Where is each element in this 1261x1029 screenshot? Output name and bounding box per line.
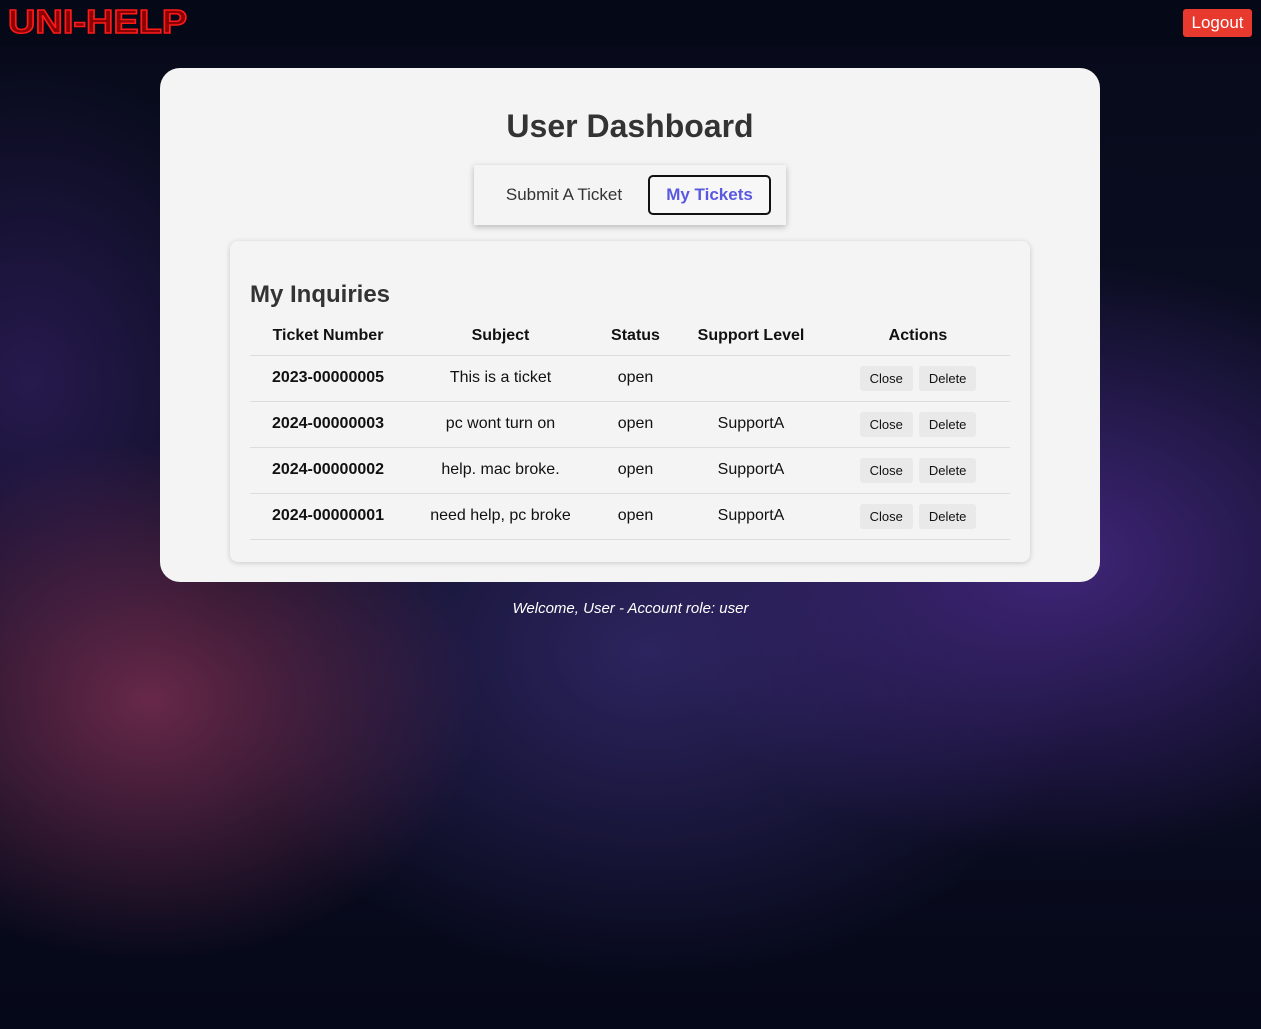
table-header-row: Ticket Number Subject Status Support Lev…	[250, 317, 1010, 356]
close-ticket-button[interactable]: Close	[859, 411, 913, 437]
delete-ticket-button[interactable]: Delete	[918, 503, 977, 529]
ticket-subject: This is a ticket	[406, 355, 595, 402]
delete-ticket-button[interactable]: Delete	[918, 411, 977, 437]
column-header-status: Status	[595, 317, 676, 356]
table-row: 2023-00000005 This is a ticket open Clos…	[250, 355, 1010, 402]
ticket-actions: Close Delete	[826, 447, 1010, 494]
top-bar: UNI-HELP Logout	[0, 0, 1261, 46]
inquiries-panel: My Inquiries Ticket Number Subject Statu…	[230, 241, 1030, 562]
delete-ticket-button[interactable]: Delete	[918, 457, 977, 483]
column-header-subject: Subject	[406, 317, 595, 356]
ticket-status: open	[595, 401, 676, 448]
uni-help-logo[interactable]: UNI-HELP	[7, 4, 188, 39]
inquiries-title: My Inquiries	[250, 281, 391, 308]
ticket-support-level: SupportA	[676, 447, 826, 494]
table-row: 2024-00000002 help. mac broke. open Supp…	[250, 447, 1010, 494]
ticket-status: open	[595, 355, 676, 402]
dashboard-card: User Dashboard Submit A Ticket My Ticket…	[160, 68, 1100, 582]
welcome-message: Welcome, User - Account role: user	[512, 600, 749, 617]
dashboard-tabs: Submit A Ticket My Tickets	[474, 165, 786, 225]
delete-ticket-button[interactable]: Delete	[918, 365, 977, 391]
column-header-actions: Actions	[826, 317, 1010, 356]
tickets-table: Ticket Number Subject Status Support Lev…	[250, 317, 1010, 540]
table-row: 2024-00000003 pc wont turn on open Suppo…	[250, 401, 1010, 448]
ticket-subject: pc wont turn on	[406, 401, 595, 448]
close-ticket-button[interactable]: Close	[859, 457, 913, 483]
close-ticket-button[interactable]: Close	[859, 503, 913, 529]
logout-button[interactable]: Logout	[1183, 9, 1252, 37]
ticket-actions: Close Delete	[826, 493, 1010, 540]
ticket-status: open	[595, 447, 676, 494]
ticket-actions: Close Delete	[826, 401, 1010, 448]
ticket-number: 2024-00000003	[250, 401, 406, 448]
ticket-number: 2024-00000001	[250, 493, 406, 540]
ticket-support-level	[676, 355, 826, 402]
ticket-subject: help. mac broke.	[406, 447, 595, 494]
tab-submit-ticket[interactable]: Submit A Ticket	[488, 175, 640, 215]
ticket-actions: Close Delete	[826, 355, 1010, 402]
tab-my-tickets[interactable]: My Tickets	[648, 175, 771, 215]
column-header-support-level: Support Level	[676, 317, 826, 356]
ticket-status: open	[595, 493, 676, 540]
table-row: 2024-00000001 need help, pc broke open S…	[250, 493, 1010, 540]
ticket-subject: need help, pc broke	[406, 493, 595, 540]
ticket-support-level: SupportA	[676, 401, 826, 448]
page-title: User Dashboard	[506, 108, 754, 144]
ticket-number: 2023-00000005	[250, 355, 406, 402]
ticket-number: 2024-00000002	[250, 447, 406, 494]
ticket-support-level: SupportA	[676, 493, 826, 540]
column-header-ticket-number: Ticket Number	[250, 317, 406, 356]
close-ticket-button[interactable]: Close	[859, 365, 913, 391]
